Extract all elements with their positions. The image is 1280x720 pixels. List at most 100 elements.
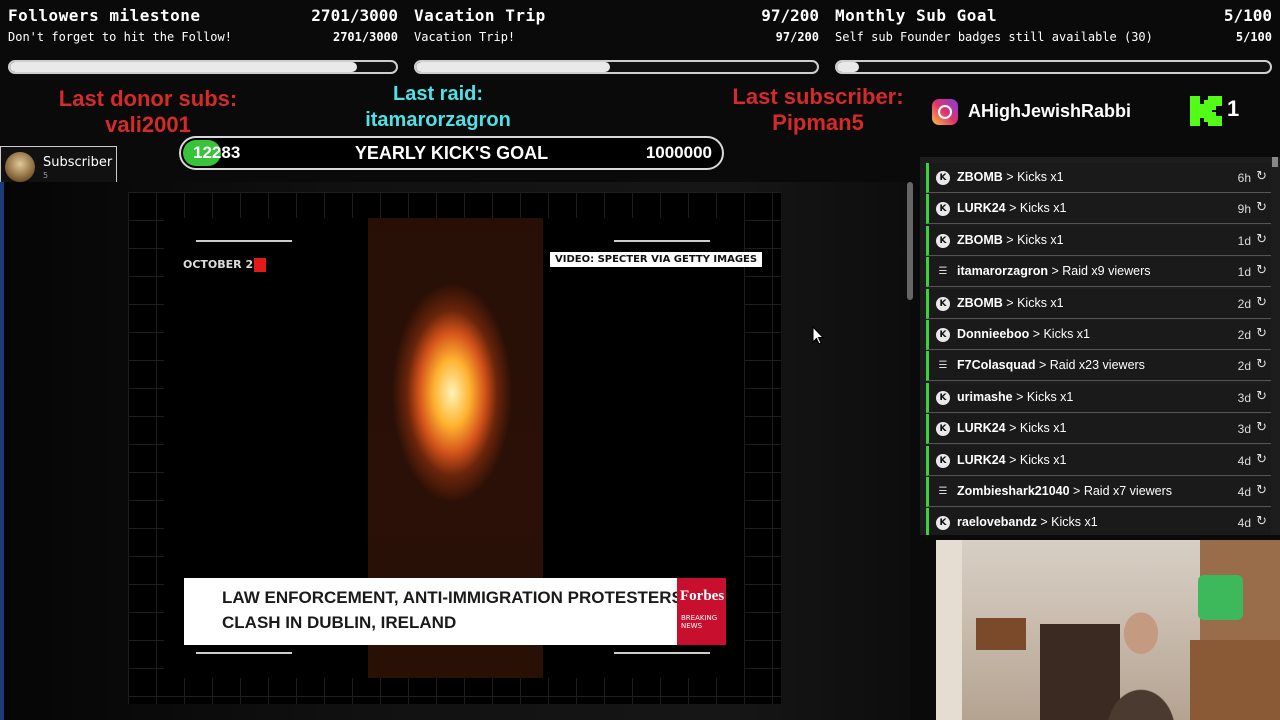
goal-subtitle: Don't forget to hit the Follow! — [8, 30, 232, 44]
event-user: ZBOMB — [957, 232, 1003, 247]
webcam-feed — [936, 540, 1280, 720]
event-list[interactable]: K ZBOMB > Kicks x1 6h ↻ K LURK24 > Kicks x1 9h… — [920, 157, 1280, 535]
event-action: Kicks x1 — [1051, 515, 1098, 530]
event-action: Kicks x1 — [1017, 295, 1064, 310]
rec-indicator: OCTOBER 2 — [183, 258, 254, 271]
event-row[interactable]: K LURK24 > Kicks x1 3d ↻ — [926, 414, 1271, 445]
event-action: Kicks x1 — [1043, 327, 1091, 341]
goal-count-small: 5/100 — [1235, 30, 1272, 44]
last-raid-name: itamarorzagron — [365, 109, 511, 131]
replay-icon[interactable]: ↻ — [1256, 514, 1267, 529]
event-user: Zombieshark21040 — [957, 484, 1070, 498]
video-scrollbar[interactable] — [907, 182, 913, 300]
goal-count-small: 97/200 — [775, 30, 819, 44]
replay-icon[interactable]: ↻ — [1256, 357, 1267, 372]
rec-dot — [254, 258, 266, 272]
kick-icon: K — [936, 171, 950, 185]
replay-icon[interactable]: ↻ — [1256, 169, 1267, 184]
event-user: ZBOMB — [957, 170, 1003, 184]
event-text: LURK24 > Kicks x1 — [957, 201, 1067, 216]
event-row[interactable]: K ZBOMB > Kicks x1 2d ↻ — [926, 288, 1271, 319]
event-action: Kicks x1 — [1019, 452, 1067, 467]
event-text: itamarorzagron > Raid x9 viewers — [957, 264, 1151, 279]
event-user: LURK24 — [957, 201, 1006, 216]
goal-title: Vacation Trip — [414, 6, 546, 25]
frame-line — [196, 240, 292, 242]
raid-icon: ☰ — [938, 360, 948, 372]
replay-icon[interactable]: ↻ — [1256, 483, 1267, 498]
last-subscriber: Last subscriber: Pipman5 — [708, 84, 928, 136]
event-text: urimashe > Kicks x1 — [957, 389, 1074, 404]
event-row[interactable]: K LURK24 > Kicks x1 4d ↻ — [926, 445, 1271, 476]
replay-icon[interactable]: ↻ — [1256, 200, 1267, 215]
event-row[interactable]: Kurimashe > Kicks x1 3d ↻ — [926, 382, 1271, 413]
event-action: Kicks x1 — [1019, 421, 1067, 436]
webcam-plant — [1198, 575, 1243, 620]
avatar — [5, 152, 35, 182]
forbes-brand: Forbes — [680, 588, 725, 604]
event-action: Kicks x1 — [1026, 389, 1074, 404]
event-row[interactable]: ☰ itamarorzagron > Raid x9 viewers 1d ↻ — [926, 257, 1271, 288]
kick-icon: K — [936, 202, 950, 217]
event-row[interactable]: K ZBOMB > Kicks x1 1d ↻ — [926, 225, 1271, 256]
event-time: 9h — [1237, 202, 1251, 217]
event-time: 3d — [1237, 422, 1251, 437]
goal-progress-fill — [416, 62, 611, 72]
event-time: 2d — [1237, 359, 1251, 374]
webcam-cabinet — [1190, 640, 1280, 720]
event-text: LURK24 > Kicks x1 — [957, 452, 1067, 467]
goal-progress-bar — [414, 60, 819, 74]
replay-icon[interactable]: ↻ — [1256, 389, 1267, 404]
goal-progress-fill — [10, 62, 358, 72]
event-user: itamarorzagron — [957, 264, 1048, 279]
raid-icon: ☰ — [938, 266, 948, 278]
goal-monthly-sub: Monthly Sub Goal 5/100 Self sub Founder … — [835, 0, 1272, 82]
event-scrollbar[interactable] — [1272, 157, 1278, 167]
event-row[interactable]: K ZBOMB > Kicks x1 6h ↻ — [926, 163, 1271, 193]
goal-count: 2701/3000 — [311, 6, 398, 25]
event-action: Kicks x1 — [1017, 170, 1064, 184]
mouse-cursor-icon — [812, 326, 824, 345]
event-text: F7Colasquad > Raid x23 viewers — [957, 358, 1145, 373]
event-user: ZBOMB — [957, 295, 1003, 310]
news-text: NEWS — [681, 622, 703, 630]
last-subscriber-label: Last subscriber: — [732, 84, 904, 109]
event-action: Raid x23 viewers — [1049, 358, 1145, 373]
replay-icon[interactable]: ↻ — [1256, 295, 1267, 310]
event-time: 3d — [1237, 390, 1251, 405]
event-text: LURK24 > Kicks x1 — [957, 421, 1067, 436]
goal-count: 97/200 — [761, 6, 819, 25]
event-user: LURK24 — [957, 421, 1006, 436]
event-row[interactable]: ☰ Zombieshark21040 > Raid x7 viewers 4d ↻ — [926, 477, 1271, 507]
goal-followers: Followers milestone 2701/3000 Don't forg… — [8, 0, 398, 82]
goal-progress-bar — [835, 60, 1272, 74]
replay-icon[interactable]: ↻ — [1256, 420, 1267, 435]
news-video[interactable]: OCTOBER 2 VIDEO: SPECTER VIA GETTY IMAGE… — [128, 192, 781, 704]
goal-subtitle: Vacation Trip! — [414, 30, 516, 44]
event-action: Kicks x1 — [1017, 232, 1064, 247]
replay-icon[interactable]: ↻ — [1256, 326, 1267, 341]
event-row[interactable]: K Donnieeboo > Kicks x1 2d ↻ — [926, 320, 1271, 350]
goal-title: Followers milestone — [8, 6, 201, 25]
event-text: raelovebandz > Kicks x1 — [957, 515, 1098, 530]
kick-icon: K — [936, 422, 950, 437]
kick-icon: K — [936, 516, 950, 531]
subscriber-count: 5 — [43, 171, 49, 180]
event-row[interactable]: Kraelovebandz > Kicks x1 4d ↻ — [926, 508, 1271, 535]
goal-title: Monthly Sub Goal — [835, 6, 998, 25]
event-time: 4d — [1237, 516, 1251, 531]
last-donor-name: vali2001 — [105, 112, 191, 137]
event-user: F7Colasquad — [957, 358, 1036, 373]
goal-progress-fill — [837, 62, 859, 72]
kick-icon: K — [936, 233, 950, 248]
event-action: Raid x7 viewers — [1083, 484, 1173, 498]
replay-icon[interactable]: ↻ — [1256, 232, 1267, 247]
replay-icon[interactable]: ↻ — [1256, 452, 1267, 467]
event-row[interactable]: ☰ F7Colasquad > Raid x23 viewers 2d ↻ — [926, 351, 1271, 382]
replay-icon[interactable]: ↻ — [1256, 263, 1267, 278]
event-row[interactable]: K LURK24 > Kicks x1 9h ↻ — [926, 194, 1271, 225]
headline-line-1: LAW ENFORCEMENT, ANTI-IMMIGRATION PROTES… — [222, 588, 683, 607]
event-user: raelovebandz — [957, 515, 1037, 530]
kick-icon: K — [936, 390, 950, 405]
breaking-text: BREAKING — [681, 614, 718, 622]
